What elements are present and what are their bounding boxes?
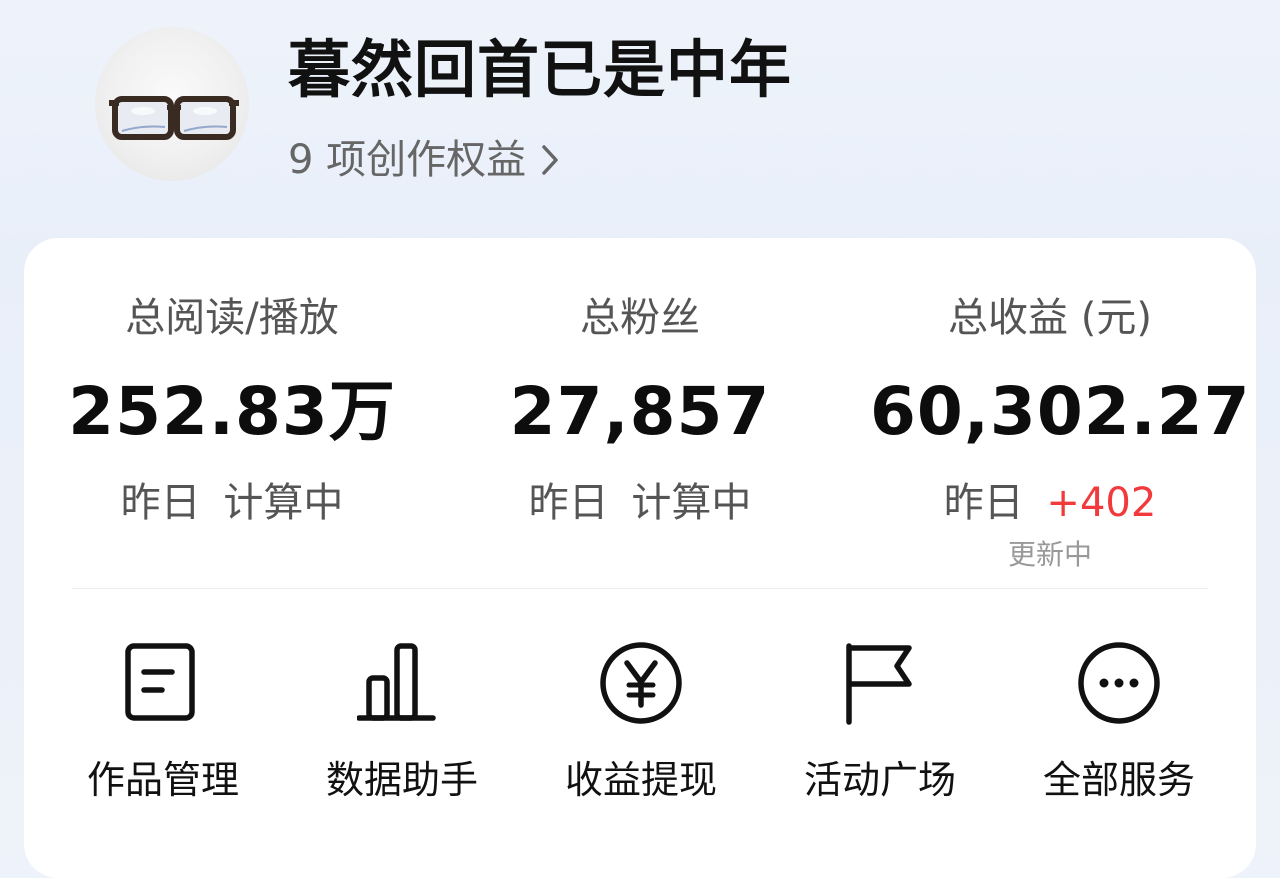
stat-yesterday: 昨日 计算中 <box>460 478 820 528</box>
yen-icon <box>600 642 682 724</box>
stat-yesterday-prefix: 昨日 <box>528 480 609 526</box>
stat-update-note: 更新中 <box>1007 538 1092 571</box>
bar-chart-icon <box>357 643 436 721</box>
stat-total-earnings[interactable]: 总收益 (元) 60,302.27 昨日 +402 更新中 <box>870 238 1251 578</box>
flag-icon <box>846 643 912 725</box>
stat-total-fans[interactable]: 总粉丝 27,857 昨日 计算中 <box>460 238 820 578</box>
service-earnings-withdraw[interactable]: 收益提现 <box>541 638 741 804</box>
stat-value: 60,302.27 <box>870 373 1251 450</box>
creator-dashboard-card: 总阅读/播放 252.83万 昨日 计算中 总粉丝 27,857 昨日 计算中 … <box>24 238 1256 878</box>
stat-yesterday-prefix: 昨日 <box>120 480 201 526</box>
service-label: 全部服务 <box>1042 758 1195 802</box>
stat-yesterday-prefix: 昨日 <box>943 480 1024 526</box>
stat-total-reads[interactable]: 总阅读/播放 252.83万 昨日 计算中 <box>52 238 412 578</box>
profile-header: 暮然回首已是中年 9 项创作权益 <box>0 0 1280 240</box>
stat-yesterday-value: 计算中 <box>223 480 344 526</box>
stat-value: 27,857 <box>509 373 771 450</box>
divider <box>72 588 1208 589</box>
stat-yesterday: 昨日 计算中 <box>52 478 412 528</box>
service-all-services[interactable]: 全部服务 <box>1019 638 1219 804</box>
avatar[interactable] <box>95 27 249 181</box>
stat-value: 252.83万 <box>68 373 396 450</box>
document-icon <box>125 643 195 721</box>
chevron-right-icon <box>540 143 560 177</box>
service-label: 数据助手 <box>325 758 478 802</box>
glasses-icon <box>109 96 239 140</box>
stat-yesterday-value: 计算中 <box>631 480 752 526</box>
stat-yesterday-delta: +402 <box>1046 480 1157 526</box>
user-name: 暮然回首已是中年 <box>288 33 793 106</box>
service-works-management[interactable]: 作品管理 <box>63 638 263 804</box>
rights-link-label: 9 项创作权益 <box>288 137 527 183</box>
stat-label: 总收益 (元) <box>948 295 1152 341</box>
service-label: 收益提现 <box>564 758 717 802</box>
stat-label: 总粉丝 <box>580 295 700 341</box>
creator-rights-link[interactable]: 9 项创作权益 <box>288 134 560 186</box>
stat-label: 总阅读/播放 <box>125 295 339 341</box>
service-data-assistant[interactable]: 数据助手 <box>302 638 502 804</box>
service-activity-square[interactable]: 活动广场 <box>780 638 980 804</box>
service-label: 作品管理 <box>86 758 239 802</box>
more-icon <box>1078 642 1160 724</box>
stat-yesterday: 昨日 +402 <box>870 478 1230 528</box>
service-label: 活动广场 <box>803 758 956 802</box>
